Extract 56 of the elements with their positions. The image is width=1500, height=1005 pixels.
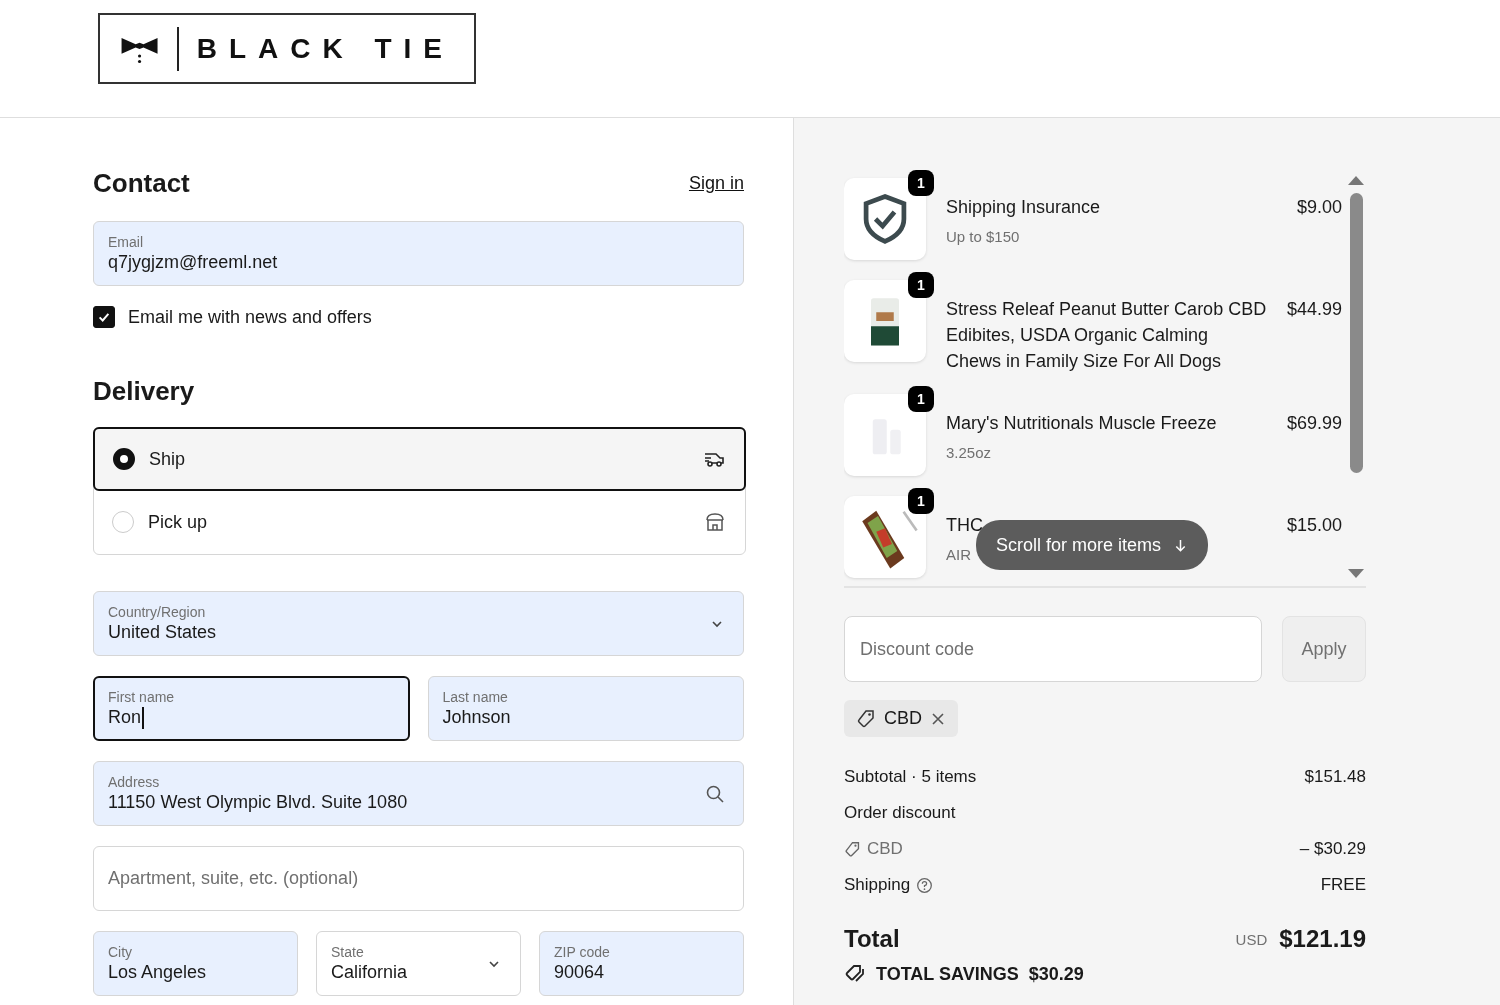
check-icon [97,310,111,324]
summary-value: – $30.29 [1299,839,1366,859]
currency-code: USD [1235,930,1268,948]
summary-value: FREE [1320,875,1366,895]
input-field[interactable]: Apartment, suite, etc. (optional) [93,846,744,911]
store-icon [703,510,727,534]
delivery-option[interactable]: Pick up [94,490,745,554]
discount-field[interactable]: Discount code [844,616,1262,682]
close-icon[interactable] [930,710,946,727]
product-variant: Up to $150 [946,228,1020,246]
product-variant: 3.25oz [946,444,992,462]
summary-label: Subtotal · 5 items [844,767,977,787]
savings-amount: $30.29 [1028,963,1084,985]
shield-check-icon [861,193,909,245]
product-title: Mary's Nutritionals Muscle Freeze [946,412,1217,435]
summary-label: Order discount [844,803,956,823]
summary-value: $151.48 [1304,767,1366,787]
apply-button[interactable]: Apply [1282,616,1366,682]
radio-icon [113,448,135,470]
input-field[interactable]: Address 11150 West Olympic Blvd. Suite 1080 [93,761,744,826]
input-field[interactable]: First name Ron [93,676,410,741]
checkbox[interactable] [93,306,115,328]
quantity-badge: 1 [908,272,934,298]
delivery-option[interactable]: Ship [93,427,746,491]
quantity-badge: 1 [908,386,934,412]
tag-icon [856,708,876,729]
email-field[interactable]: Email q7jygjzm@freeml.net [93,221,744,286]
input-field[interactable]: Last name Johnson [427,676,744,741]
section-title: Delivery [93,376,196,407]
input-field[interactable]: ZIP code 90064 [539,931,744,996]
sign-in-link[interactable]: Sign in [688,173,744,194]
summary-label: Shipping [844,875,911,895]
total-amount: $121.19 [1279,925,1366,953]
select-field[interactable]: State California [316,931,521,996]
help-icon[interactable] [916,876,934,894]
product-price: $9.00 [1296,196,1342,219]
discount-code: CBD [884,708,922,729]
logo[interactable]: BLACK TIE [98,13,476,84]
quantity-badge: 1 [908,488,934,514]
section-title: Contact [93,168,190,199]
product-price: $69.99 [1286,412,1342,435]
quantity-badge: 1 [908,170,934,196]
select-field[interactable]: Country/Region United States [93,591,744,656]
discount-code: CBD [867,839,903,859]
product-variant: AIR [946,546,971,564]
brand-name: BLACK TIE [196,32,454,65]
checkbox-label: Email me with news and offers [128,306,372,328]
product-title: Stress Releaf Peanut Butter Carob CBD Edibites, USDA Organic Calming Chews in Family Size For All Dogs [946,298,1267,373]
total-label: Total [844,925,900,953]
search-icon [705,783,725,804]
product-title: Shipping Insurance [946,196,1101,219]
input-field[interactable]: City Los Angeles [93,931,298,996]
savings-label: TOTAL SAVINGS [876,963,1019,985]
product-price: $44.99 [1286,298,1342,321]
product-price: $15.00 [1286,514,1342,537]
tag-icon [844,840,861,858]
